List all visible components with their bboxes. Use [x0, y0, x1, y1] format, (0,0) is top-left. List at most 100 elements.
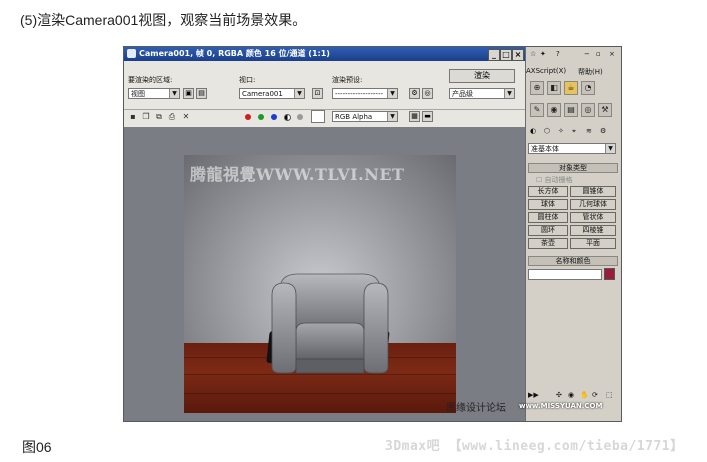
create-tab-icon[interactable]: ✎ — [530, 103, 544, 117]
quick-render-icon[interactable]: ◔ — [581, 81, 595, 95]
product-dropdown-value: 产品级 — [452, 90, 473, 98]
command-panel: ☆ ✦ ? − ▫ × AXScript(X) 帮助(H) ⊕ ◧ ☕ ◔ ✎ … — [526, 47, 621, 421]
menu-help[interactable]: 帮助(H) — [578, 67, 603, 77]
environment-icon[interactable]: ◎ — [422, 88, 433, 99]
area-label: 要渲染的区域: — [128, 76, 173, 84]
autogrid-label: 自动栅格 — [544, 176, 573, 184]
app-icon — [127, 49, 136, 58]
viewport-dropdown[interactable]: Camera001 ▼ — [239, 88, 305, 99]
systems-icon[interactable]: ⚙ — [600, 127, 606, 135]
object-button[interactable]: 圆环 — [528, 225, 568, 236]
object-color-swatch[interactable] — [604, 268, 615, 280]
render-button[interactable]: 渲染 — [449, 69, 515, 83]
maximize-viewport-icon[interactable]: ⬚ — [606, 391, 613, 399]
blue-channel-icon[interactable] — [271, 114, 277, 120]
star-icon[interactable]: ☆ — [530, 50, 536, 58]
edit-region-icon[interactable]: ▣ — [183, 88, 194, 99]
preset-dropdown-value: ------------------- — [335, 90, 383, 98]
lights-icon[interactable]: ✧ — [558, 127, 564, 135]
minimize-button[interactable]: _ — [488, 49, 500, 61]
render-window-titlebar: Camera001, 帧 0, RGBA 颜色 16 位/通道 (1:1) _ … — [124, 47, 525, 61]
rollout-object-type[interactable]: 对象类型 — [528, 163, 618, 173]
render-frame-icon[interactable]: ◧ — [547, 81, 561, 95]
lock-icon[interactable]: ⊡ — [312, 88, 323, 99]
shapes-icon[interactable]: ⬡ — [544, 127, 550, 135]
chevron-down-icon: ▼ — [387, 112, 397, 121]
chevron-down-icon: ▼ — [504, 89, 514, 98]
site-watermark: 思缘设计论坛 — [446, 403, 506, 414]
close-button[interactable]: × — [512, 49, 524, 61]
cameras-icon[interactable]: ⌖ — [572, 127, 576, 136]
site-watermark-url: www.MISSYUAN.COM — [519, 402, 603, 410]
render-area: 腾龍視覺WWW.TLVI.NET — [124, 127, 525, 421]
alpha-channel-icon[interactable] — [284, 114, 291, 121]
object-button[interactable]: 四棱锥 — [570, 225, 616, 236]
category-dropdown[interactable]: 准基本体 ▼ — [528, 143, 616, 154]
rollout-name-color[interactable]: 名称和颜色 — [528, 256, 618, 266]
red-channel-icon[interactable] — [245, 114, 251, 120]
render-teapot-icon[interactable]: ☕ — [564, 81, 578, 95]
screenshot: Camera001, 帧 0, RGBA 颜色 16 位/通道 (1:1) _ … — [123, 46, 622, 422]
canvas-watermark: 腾龍視覺WWW.TLVI.NET — [190, 165, 405, 184]
object-button[interactable]: 长方体 — [528, 186, 568, 197]
zoom-icon[interactable]: ◉ — [568, 391, 574, 399]
preset-dropdown[interactable]: ------------------- ▼ — [332, 88, 398, 99]
toggle-ui-icon[interactable]: ▦ — [409, 111, 420, 122]
category-dropdown-value: 准基本体 — [531, 145, 559, 153]
utilities-tab-icon[interactable]: ⚒ — [598, 103, 612, 117]
chevron-down-icon: ▼ — [605, 144, 615, 153]
render-canvas: 腾龍視覺WWW.TLVI.NET — [184, 155, 456, 413]
helpers-icon[interactable]: ≋ — [586, 127, 592, 135]
armchair — [271, 273, 389, 374]
render-setup-icon[interactable]: ⚙ — [409, 88, 420, 99]
hierarchy-tab-icon[interactable]: ▤ — [564, 103, 578, 117]
preset-label: 渲染预设: — [332, 76, 363, 84]
display-icon[interactable]: ▬ — [422, 111, 433, 122]
orbit-icon[interactable]: ⟳ — [592, 391, 598, 399]
modify-tab-icon[interactable]: ◉ — [547, 103, 561, 117]
render-setup-icon[interactable]: ⊕ — [530, 81, 544, 95]
object-button[interactable]: 茶壶 — [528, 238, 568, 249]
object-name-field[interactable] — [528, 269, 602, 280]
render-window-title: Camera001, 帧 0, RGBA 颜色 16 位/通道 (1:1) — [139, 49, 330, 58]
object-button[interactable]: 球体 — [528, 199, 568, 210]
autogrid-checkbox[interactable]: ☐ 自动栅格 — [536, 175, 573, 185]
copy-icon[interactable]: ❐ — [141, 112, 151, 122]
render-frame-window: Camera001, 帧 0, RGBA 颜色 16 位/通道 (1:1) _ … — [124, 47, 526, 421]
product-dropdown[interactable]: 产品级 ▼ — [449, 88, 515, 99]
channel-dropdown[interactable]: RGB Alpha ▼ — [332, 111, 398, 122]
green-channel-icon[interactable] — [258, 114, 264, 120]
restore-icon[interactable]: ▫ — [596, 50, 601, 58]
clone-icon[interactable]: ⧉ — [154, 112, 164, 122]
viewport-dropdown-value: Camera001 — [242, 90, 283, 98]
pan-icon[interactable]: ✋ — [580, 391, 589, 399]
key-icon[interactable]: ✣ — [556, 391, 562, 399]
object-button[interactable]: 管状体 — [570, 212, 616, 223]
caption: (5)渲染Camera001视图，观察当前场景效果。 — [20, 12, 307, 28]
motion-tab-icon[interactable]: ◎ — [581, 103, 595, 117]
area-dropdown[interactable]: 视图 ▼ — [128, 88, 180, 99]
area-dropdown-value: 视图 — [131, 90, 145, 98]
clear-icon[interactable]: ✕ — [181, 112, 191, 122]
pin-icon[interactable]: ✦ — [540, 50, 546, 58]
print-icon[interactable]: ⎙ — [167, 112, 177, 122]
mono-icon[interactable] — [297, 114, 303, 120]
viewport-label: 视口: — [239, 76, 256, 84]
close-icon[interactable]: × — [609, 50, 615, 58]
menu-maxscript[interactable]: AXScript(X) — [526, 67, 566, 75]
maximize-button[interactable]: □ — [500, 49, 512, 61]
footer-watermark: 3Dmax吧 【www.lineeg.com/tieba/1771】 — [385, 439, 684, 454]
color-swatch[interactable] — [311, 110, 325, 123]
channel-dropdown-value: RGB Alpha — [335, 113, 373, 121]
object-button[interactable]: 圆柱体 — [528, 212, 568, 223]
save-icon[interactable]: ▪ — [128, 112, 138, 122]
play-icon[interactable]: ▶▶ — [528, 391, 539, 399]
figure-label: 图06 — [22, 439, 52, 455]
minimize-icon[interactable]: − — [584, 50, 590, 58]
object-button[interactable]: 圆锥体 — [570, 186, 616, 197]
object-button[interactable]: 几何球体 — [570, 199, 616, 210]
geometry-icon[interactable]: ◐ — [530, 127, 536, 135]
auto-region-icon[interactable]: ▤ — [196, 88, 207, 99]
help-icon[interactable]: ? — [556, 50, 560, 58]
object-button[interactable]: 平面 — [570, 238, 616, 249]
